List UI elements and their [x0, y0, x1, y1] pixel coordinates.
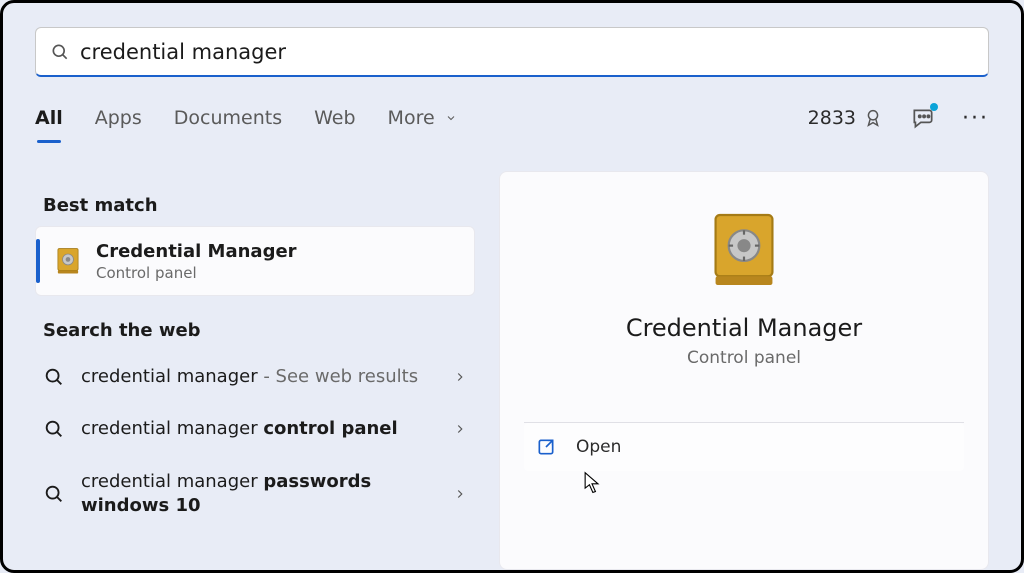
search-icon	[43, 366, 65, 388]
safe-icon	[54, 247, 82, 275]
open-external-icon	[536, 437, 556, 457]
web-result-text: credential manager	[81, 418, 263, 439]
web-result-1[interactable]: credential manager control panel	[35, 403, 475, 455]
chevron-right-icon	[453, 422, 467, 436]
web-result-text: credential manager	[81, 366, 258, 387]
web-result-bold: control panel	[263, 418, 397, 439]
web-result-2[interactable]: credential manager passwords windows 10	[35, 456, 475, 533]
mouse-cursor	[583, 471, 601, 495]
preview-pane-wrap: Credential Manager Control panel Open	[499, 171, 989, 570]
tab-apps[interactable]: Apps	[95, 107, 142, 130]
best-match-subtitle: Control panel	[96, 264, 297, 282]
web-result-suffix: - See web results	[258, 366, 418, 387]
notification-dot	[930, 103, 938, 111]
search-icon	[50, 42, 70, 62]
search-input[interactable]	[80, 40, 974, 64]
search-icon	[43, 483, 65, 505]
chevron-right-icon	[453, 370, 467, 384]
web-result-label: credential manager passwords windows 10	[81, 470, 453, 519]
action-open[interactable]: Open	[524, 423, 964, 471]
action-open-label: Open	[576, 437, 621, 457]
section-label-best-match: Best match	[43, 195, 475, 216]
best-match-result[interactable]: Credential Manager Control panel	[35, 226, 475, 296]
tab-documents[interactable]: Documents	[174, 107, 282, 130]
tab-all[interactable]: All	[35, 107, 63, 130]
chevron-down-icon	[445, 107, 457, 129]
chevron-right-icon	[453, 487, 467, 501]
web-result-text: credential manager	[81, 471, 263, 492]
tabs-right-cluster: 2833 ···	[808, 105, 989, 131]
web-result-label: credential manager control panel	[81, 417, 453, 441]
tab-more-label: More	[388, 107, 435, 129]
safe-icon-large	[709, 210, 779, 290]
tab-more[interactable]: More	[388, 107, 457, 130]
search-icon	[43, 418, 65, 440]
results-left-column: Best match Credential Manager Control pa…	[35, 171, 475, 570]
filter-tabs-row: All Apps Documents Web More 2833 ···	[35, 105, 989, 131]
web-result-0[interactable]: credential manager - See web results	[35, 351, 475, 403]
filter-tabs: All Apps Documents Web More	[35, 107, 457, 130]
section-label-search-web: Search the web	[43, 320, 475, 341]
tab-web[interactable]: Web	[314, 107, 355, 130]
preview-subtitle: Control panel	[687, 348, 801, 368]
web-result-label: credential manager - See web results	[81, 365, 453, 389]
preview-title: Credential Manager	[626, 314, 862, 342]
options-menu-button[interactable]: ···	[962, 106, 989, 131]
rewards-points[interactable]: 2833	[808, 107, 884, 129]
medal-icon	[862, 107, 884, 129]
results-area: Best match Credential Manager Control pa…	[35, 171, 989, 570]
best-match-text: Credential Manager Control panel	[96, 241, 297, 282]
search-bar[interactable]	[35, 27, 989, 77]
chat-icon[interactable]	[910, 105, 936, 131]
best-match-title: Credential Manager	[96, 241, 297, 262]
preview-pane: Credential Manager Control panel Open	[499, 171, 989, 570]
rewards-points-value: 2833	[808, 107, 856, 129]
